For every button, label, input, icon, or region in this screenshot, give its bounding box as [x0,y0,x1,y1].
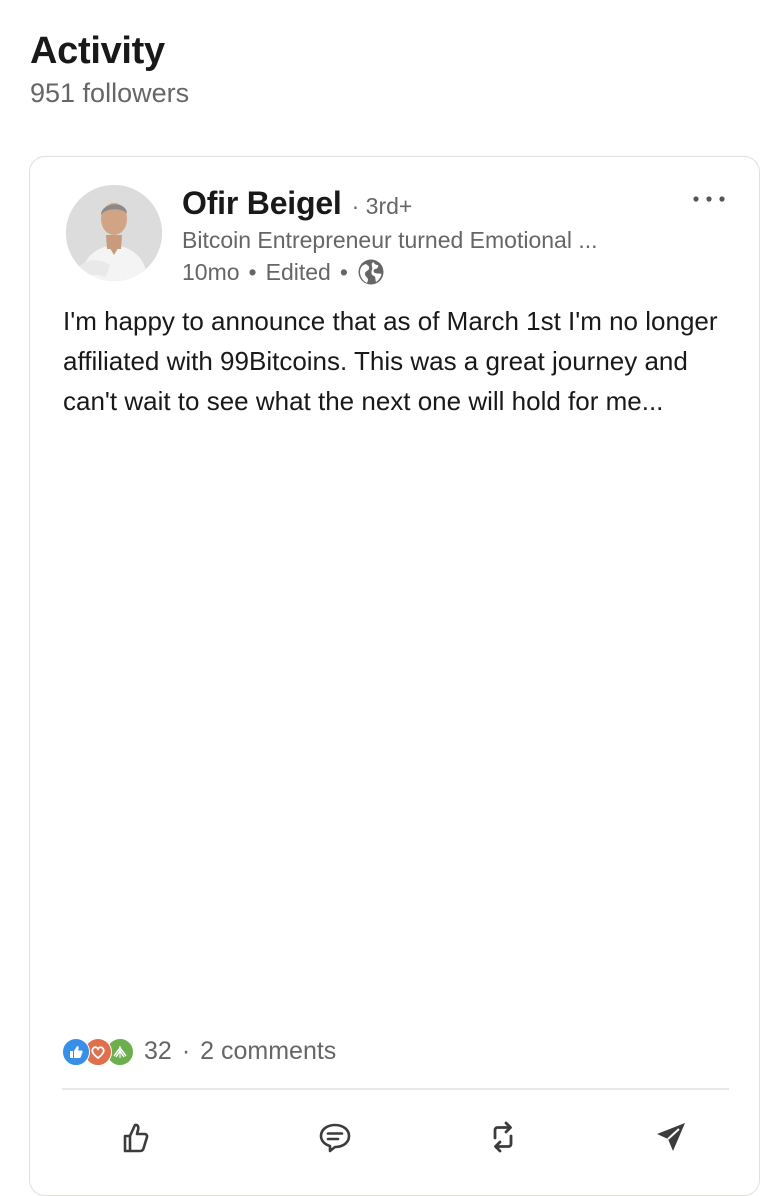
meta-separator: • [248,259,257,285]
like-icon [62,1037,90,1066]
like-button[interactable] [112,1117,160,1157]
divider [62,1088,729,1090]
author-avatar[interactable] [66,185,162,281]
page-title: Activity [30,30,165,72]
author-name[interactable]: Ofir Beigel [182,183,342,223]
avatar-photo [66,185,162,281]
meta-separator: • [339,259,348,285]
count-separator: · [181,1037,191,1065]
connection-degree: · 3rd+ [351,193,413,219]
comments-count[interactable]: 2 comments [200,1037,336,1066]
reaction-count[interactable]: 32 [144,1037,172,1066]
send-button[interactable] [647,1117,695,1157]
edited-label: Edited [265,259,331,285]
activity-header: Activity 951 followers [30,28,189,111]
post-meta: 10mo • Edited • [182,257,652,287]
repost-icon [493,1121,513,1153]
more-options-button[interactable] [689,187,729,211]
globe-icon [357,258,385,286]
send-icon [657,1123,685,1151]
post-body: I'm happy to announce that as of March 1… [63,306,718,416]
post-time: 10mo [182,259,240,285]
author-name-line: Ofir Beigel · 3rd+ [182,183,652,223]
ellipsis-icon [693,196,725,202]
comment-icon [319,1123,351,1153]
post-actions [62,1117,729,1157]
social-counts[interactable]: 32 · 2 comments [62,1037,336,1066]
post-card: Ofir Beigel · 3rd+ Bitcoin Entrepreneur … [29,156,760,1196]
followers-count[interactable]: 951 followers [30,75,189,111]
author-headline: Bitcoin Entrepreneur turned Emotional ..… [182,227,598,253]
reaction-icons[interactable] [62,1037,134,1066]
author-info: Ofir Beigel · 3rd+ Bitcoin Entrepreneur … [182,183,652,287]
thumbs-up-icon [123,1123,149,1153]
repost-button[interactable] [479,1117,527,1157]
comment-button[interactable] [311,1117,359,1157]
